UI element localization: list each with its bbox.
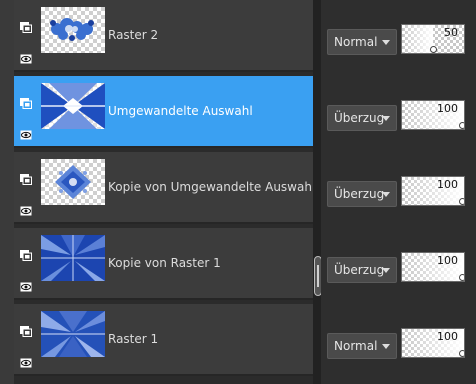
layer-stack-icon[interactable] <box>20 322 32 337</box>
left-edge-strip <box>0 0 14 384</box>
opacity-fill <box>402 25 433 53</box>
eye-icon[interactable] <box>20 49 32 64</box>
blend-mode-dropdown[interactable]: Überzug <box>327 181 397 207</box>
panel-divider <box>313 0 321 384</box>
layers-panel: Raster 2 Umgewandelte Auswahl Kopie von … <box>0 0 476 384</box>
layer-name: Raster 1 <box>108 332 159 346</box>
layer-row-kopie-von-raster-1[interactable]: Kopie von Raster 1 <box>14 228 313 300</box>
opacity-value: 100 <box>437 254 458 267</box>
opacity-slider[interactable]: 100 <box>401 176 465 206</box>
opacity-handle[interactable] <box>458 122 464 129</box>
eye-icon[interactable] <box>20 353 32 368</box>
layer-name: Kopie von Umgewandelte Auswahl <box>108 180 316 194</box>
chevron-down-icon <box>382 116 390 121</box>
eye-icon[interactable] <box>20 125 32 140</box>
opacity-slider[interactable]: 50 <box>401 24 465 54</box>
opacity-handle[interactable] <box>430 46 437 53</box>
opacity-slider[interactable]: 100 <box>401 100 465 130</box>
chevron-down-icon <box>382 40 390 45</box>
opacity-value: 50 <box>444 26 458 39</box>
opacity-slider[interactable]: 100 <box>401 328 465 358</box>
blend-mode-label: Überzug <box>334 187 385 201</box>
layer-stack-icon[interactable] <box>20 18 32 33</box>
eye-icon[interactable] <box>20 201 32 216</box>
layer-row-raster-1[interactable]: Raster 1 <box>14 304 313 376</box>
layer-name: Kopie von Raster 1 <box>108 256 221 270</box>
opacity-handle[interactable] <box>458 274 464 281</box>
layers-list: Raster 2 Umgewandelte Auswahl Kopie von … <box>14 0 316 384</box>
layer-properties-row: Normal 100 <box>321 304 476 376</box>
blend-mode-label: Normal <box>334 339 378 353</box>
opacity-value: 100 <box>437 330 458 343</box>
layer-properties-row: Überzug 100 <box>321 76 476 148</box>
layer-properties-row: Überzug 100 <box>321 228 476 300</box>
layer-thumbnail <box>41 83 105 129</box>
layer-properties-row: Überzug 100 <box>321 152 476 224</box>
layer-row-umgewandelte-auswahl[interactable]: Umgewandelte Auswahl <box>14 76 313 148</box>
layer-name: Umgewandelte Auswahl <box>108 104 253 118</box>
blend-mode-dropdown[interactable]: Normal <box>327 333 397 359</box>
chevron-down-icon <box>382 344 390 349</box>
layer-properties-row: Normal 50 <box>321 0 476 72</box>
blend-mode-dropdown[interactable]: Normal <box>327 29 397 55</box>
layer-thumbnail <box>41 7 105 53</box>
chevron-down-icon <box>382 192 390 197</box>
blend-mode-label: Überzug <box>334 111 385 125</box>
opacity-handle[interactable] <box>458 198 464 205</box>
layer-thumbnail <box>41 159 105 205</box>
layer-thumbnail <box>41 235 105 281</box>
opacity-slider[interactable]: 100 <box>401 252 465 282</box>
blend-mode-label: Überzug <box>334 263 385 277</box>
layer-stack-icon[interactable] <box>20 170 32 185</box>
grip-icon <box>317 265 319 287</box>
layer-row-raster-2[interactable]: Raster 2 <box>14 0 313 72</box>
layer-stack-icon[interactable] <box>20 94 32 109</box>
layer-row-kopie-von-umgewandelte-auswahl[interactable]: Kopie von Umgewandelte Auswahl <box>14 152 316 224</box>
blend-mode-dropdown[interactable]: Überzug <box>327 257 397 283</box>
layer-stack-icon[interactable] <box>20 246 32 261</box>
eye-icon[interactable] <box>20 277 32 292</box>
layer-properties-column: Normal 50 Überzug 100 Überzug 100 Überzu… <box>321 0 476 384</box>
blend-mode-label: Normal <box>334 35 378 49</box>
layer-thumbnail <box>41 311 105 357</box>
opacity-value: 100 <box>437 102 458 115</box>
blend-mode-dropdown[interactable]: Überzug <box>327 105 397 131</box>
opacity-value: 100 <box>437 178 458 191</box>
layer-name: Raster 2 <box>108 28 159 42</box>
chevron-down-icon <box>382 268 390 273</box>
opacity-handle[interactable] <box>458 350 464 357</box>
